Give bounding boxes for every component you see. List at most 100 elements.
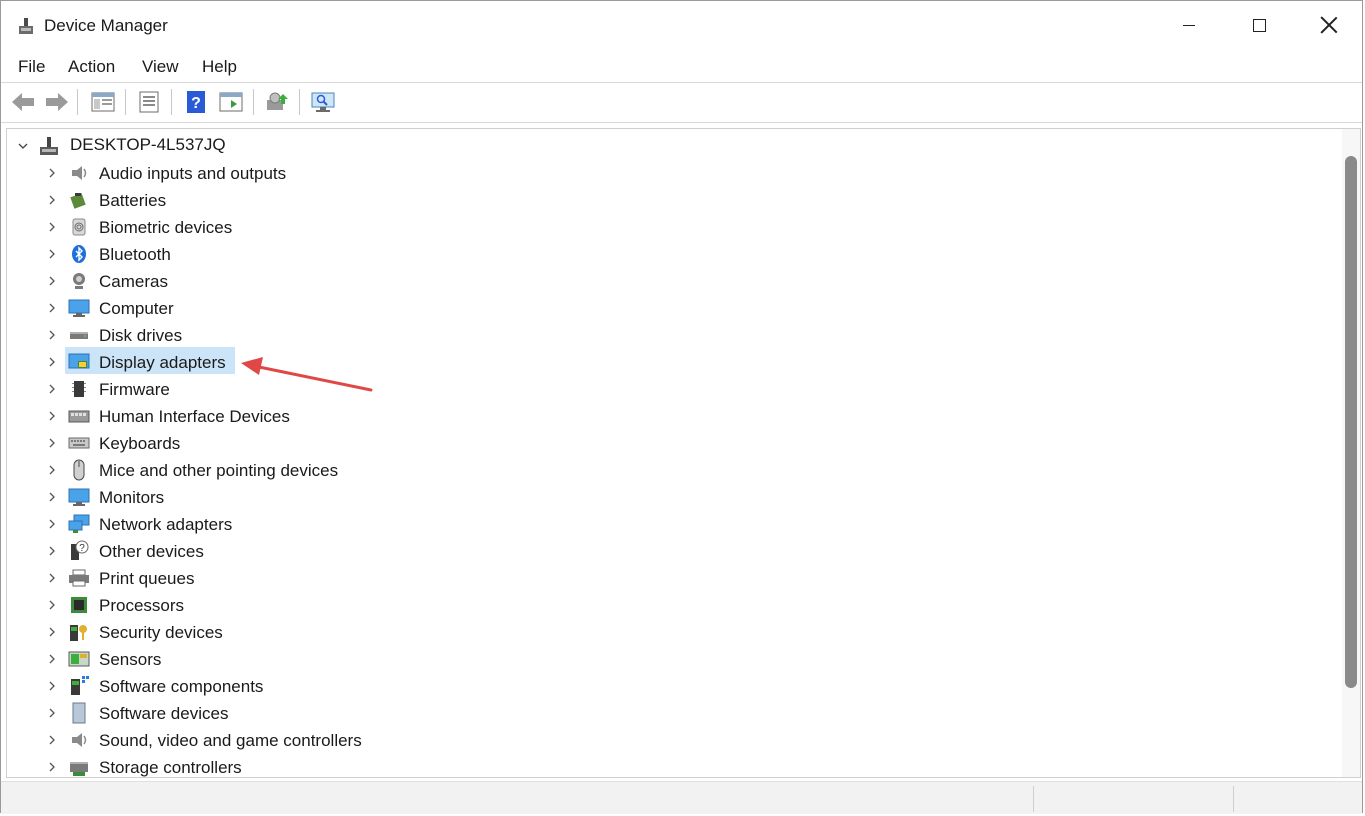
tree-root-label[interactable]: DESKTOP-4L537JQ	[70, 135, 226, 155]
expand-chevron-icon[interactable]	[45, 193, 59, 207]
tree-item-disk-drives[interactable]: Disk drives	[99, 326, 182, 346]
svg-text:?: ?	[191, 95, 201, 112]
computer-root-icon	[38, 135, 60, 157]
expand-chevron-icon[interactable]	[45, 355, 59, 369]
expand-chevron-icon[interactable]	[45, 166, 59, 180]
tree-item-monitors[interactable]: Monitors	[99, 488, 164, 508]
properties-button[interactable]	[135, 89, 163, 115]
status-bar	[1, 781, 1362, 814]
menu-help[interactable]: Help	[202, 57, 237, 77]
close-icon	[1320, 16, 1338, 34]
tree-item-human-interface-devices[interactable]: Human Interface Devices	[99, 407, 290, 427]
display-adapter-icon	[68, 351, 90, 373]
tree-item-cameras[interactable]: Cameras	[99, 272, 168, 292]
tree-item-batteries[interactable]: Batteries	[99, 191, 166, 211]
expand-chevron-icon[interactable]	[45, 436, 59, 450]
storage-controller-icon	[68, 756, 90, 778]
tree-item-bluetooth[interactable]: Bluetooth	[99, 245, 171, 265]
menu-view[interactable]: View	[142, 57, 179, 77]
svg-text:?: ?	[79, 543, 85, 554]
software-device-icon	[68, 702, 90, 724]
maximize-icon	[1253, 19, 1266, 32]
update-driver-icon	[264, 90, 290, 114]
tree-item-keyboards[interactable]: Keyboards	[99, 434, 180, 454]
scan-hardware-button[interactable]	[309, 89, 337, 115]
minimize-button[interactable]	[1154, 1, 1224, 49]
expand-chevron-icon[interactable]	[45, 679, 59, 693]
hid-icon	[68, 405, 90, 427]
toolbar-divider	[1, 122, 1362, 123]
minimize-icon	[1183, 25, 1195, 26]
expand-chevron-icon[interactable]	[45, 598, 59, 612]
expand-chevron-icon[interactable]	[45, 247, 59, 261]
expand-chevron-icon[interactable]	[45, 652, 59, 666]
help-icon: ?	[185, 90, 207, 114]
menu-file[interactable]: File	[18, 57, 45, 77]
tree-item-software-devices[interactable]: Software devices	[99, 704, 228, 724]
toolbar-separator	[171, 89, 172, 115]
back-button[interactable]	[9, 89, 37, 115]
device-tree[interactable]: DESKTOP-4L537JQ Audio inputs and outputs…	[6, 128, 1361, 778]
expand-chevron-icon[interactable]	[45, 706, 59, 720]
expand-chevron-icon[interactable]	[45, 382, 59, 396]
scrollbar-thumb[interactable]	[1345, 156, 1357, 688]
toolbar-separator	[253, 89, 254, 115]
tree-item-print-queues[interactable]: Print queues	[99, 569, 194, 589]
toolbar-separator	[299, 89, 300, 115]
expand-chevron-icon[interactable]	[45, 274, 59, 288]
title-bar: Device Manager	[1, 1, 1362, 49]
disk-drive-icon	[68, 324, 90, 346]
tree-item-sound-video-and-game-controllers[interactable]: Sound, video and game controllers	[99, 731, 362, 751]
tree-item-other-devices[interactable]: Other devices	[99, 542, 204, 562]
status-separator	[1233, 786, 1234, 812]
expand-chevron-icon[interactable]	[45, 625, 59, 639]
expand-chevron-icon[interactable]	[45, 301, 59, 315]
forward-button[interactable]	[43, 89, 71, 115]
tree-item-audio-inputs-and-outputs[interactable]: Audio inputs and outputs	[99, 164, 286, 184]
tree-item-storage-controllers[interactable]: Storage controllers	[99, 758, 242, 778]
tree-item-display-adapters[interactable]: Display adapters	[99, 353, 226, 373]
printer-icon	[68, 567, 90, 589]
tree-item-network-adapters[interactable]: Network adapters	[99, 515, 232, 535]
expand-chevron-icon[interactable]	[45, 409, 59, 423]
tree-item-mice-and-other-pointing-devices[interactable]: Mice and other pointing devices	[99, 461, 338, 481]
close-button[interactable]	[1294, 1, 1364, 49]
tree-item-sensors[interactable]: Sensors	[99, 650, 161, 670]
tree-item-biometric-devices[interactable]: Biometric devices	[99, 218, 232, 238]
monitor-icon	[68, 486, 90, 508]
tree-item-software-components[interactable]: Software components	[99, 677, 263, 697]
network-adapter-icon	[68, 513, 90, 535]
menu-divider	[1, 82, 1362, 83]
expand-chevron-icon[interactable]	[45, 760, 59, 774]
properties-icon	[137, 91, 161, 113]
run-icon	[219, 91, 243, 113]
expand-chevron-icon[interactable]	[45, 220, 59, 234]
show-hide-console-tree-button[interactable]	[89, 89, 117, 115]
tree-item-security-devices[interactable]: Security devices	[99, 623, 223, 643]
tree-item-computer[interactable]: Computer	[99, 299, 174, 319]
security-key-icon	[68, 621, 90, 643]
expand-chevron-icon[interactable]	[45, 571, 59, 585]
sound-icon	[68, 729, 90, 751]
tree-item-firmware[interactable]: Firmware	[99, 380, 170, 400]
tree-item-processors[interactable]: Processors	[99, 596, 184, 616]
run-button[interactable]	[217, 89, 245, 115]
expand-chevron-icon[interactable]	[45, 733, 59, 747]
processor-icon	[68, 594, 90, 616]
back-icon	[10, 91, 36, 113]
expand-chevron-icon[interactable]	[45, 328, 59, 342]
toolbar-separator	[77, 89, 78, 115]
expand-chevron-icon[interactable]	[45, 463, 59, 477]
expand-chevron-icon[interactable]	[45, 517, 59, 531]
maximize-button[interactable]	[1224, 1, 1294, 49]
software-component-icon	[68, 675, 90, 697]
menu-action[interactable]: Action	[68, 57, 115, 77]
toolbar: ?	[1, 85, 1362, 119]
expand-chevron-icon[interactable]	[45, 544, 59, 558]
firmware-chip-icon	[68, 378, 90, 400]
help-button[interactable]: ?	[182, 89, 210, 115]
expand-chevron-icon[interactable]	[45, 490, 59, 504]
update-driver-button[interactable]	[263, 89, 291, 115]
collapse-chevron-icon[interactable]	[16, 139, 30, 153]
window-title: Device Manager	[44, 16, 168, 36]
